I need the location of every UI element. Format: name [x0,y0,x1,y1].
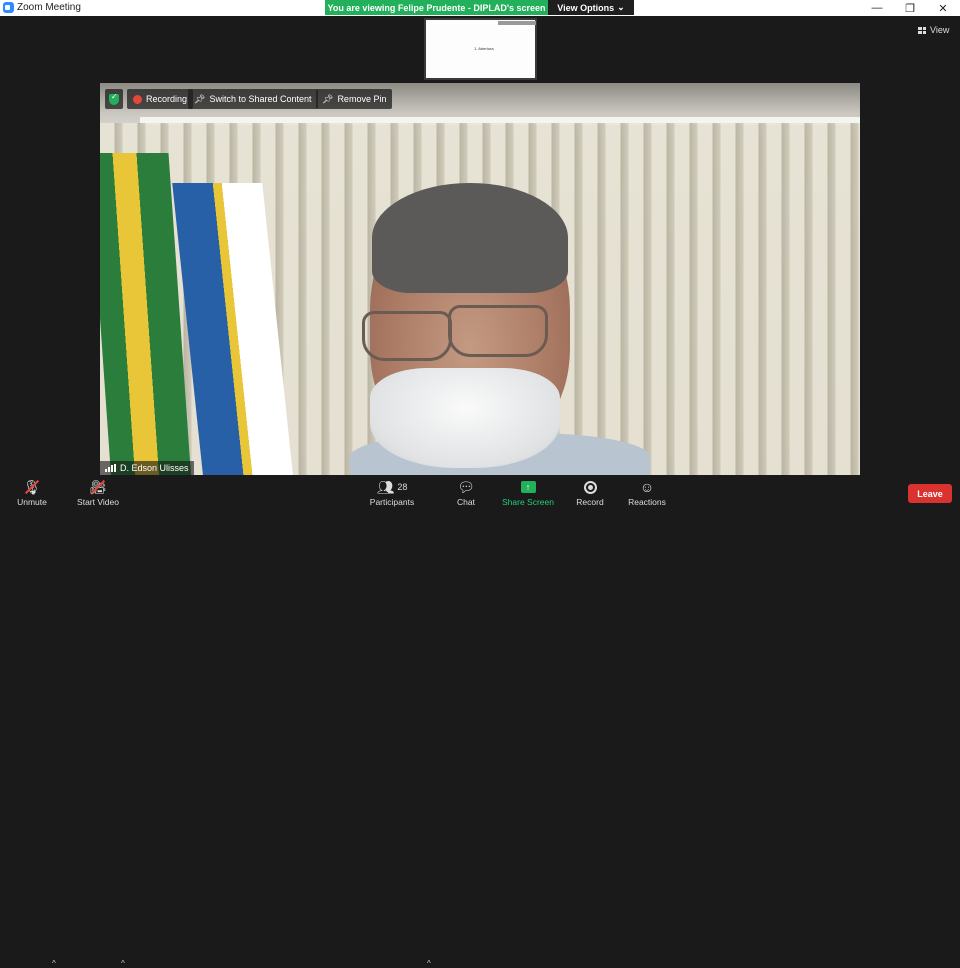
emoji-add-icon: ☺︎ [639,479,655,495]
face-mask [370,368,560,468]
switch-shared-label: Switch to Shared Content [209,94,312,104]
screen-share-banner: You are viewing Felipe Prudente - DIPLAD… [325,0,548,15]
unmute-button[interactable]: 🎙︎ Unmute [14,478,50,508]
chat-bubble-icon: 💬︎ [457,478,475,495]
minimize-button[interactable]: — [862,0,892,16]
security-button[interactable] [105,89,123,109]
view-button-label: View [930,25,950,35]
leave-label: Leave [917,488,943,499]
participant-name: D. Edson Ulisses [120,463,189,473]
pin-icon: 📌︎ [322,93,334,104]
record-icon [583,480,597,494]
view-button[interactable]: View [918,25,949,35]
participant-video[interactable] [100,83,860,475]
minimize-icon: — [871,2,883,14]
close-button[interactable]: ✕ [928,0,958,16]
screen-share-banner-text: You are viewing Felipe Prudente - DIPLAD… [327,2,546,13]
video-camera-off-icon: 🎥︎ [89,478,107,496]
grid-view-icon [918,26,926,34]
close-icon: ✕ [938,2,948,15]
recording-indicator[interactable]: Recording [127,89,194,109]
participant-hair [372,183,568,293]
share-screen-button[interactable]: ↑ Share Screen [500,478,556,507]
recording-label: Recording [146,94,188,104]
unmute-label: Unmute [17,497,47,507]
remove-pin-button[interactable]: 📌︎ Remove Pin [316,89,393,109]
remove-pin-label: Remove Pin [337,94,387,104]
start-video-label: Start Video [77,497,119,507]
participants-caret-icon[interactable]: ^ [427,959,431,968]
zoom-app-icon [3,2,14,13]
participants-icon: 👥︎ [376,478,395,495]
glasses-lens-left [362,311,452,361]
participant-name-tag: D. Edson Ulisses [100,461,194,475]
microphone-muted-icon: 🎙︎ [23,478,41,496]
thumbnail-text: 1. Abertura [474,46,494,51]
chat-label: Chat [457,497,475,507]
audio-options-caret-icon[interactable]: ^ [52,959,56,968]
video-options-caret-icon[interactable]: ^ [121,959,125,968]
meeting-toolbar: 🎙︎ Unmute ^ 🎥︎ Start Video ^ 👥︎ 28 Parti… [0,478,960,968]
restore-button[interactable]: ❐ [895,0,925,16]
share-screen-arrow-icon: ↑ [520,481,536,493]
shared-content-thumbnail[interactable]: 1. Abertura [424,18,537,80]
glasses-lens-right [448,305,548,357]
record-icon-wrap [583,478,597,496]
chevron-down-icon: ⌄ [617,2,625,12]
pin-icon: 📌︎ [194,93,206,104]
record-button[interactable]: Record [574,478,606,507]
participants-count: 28 [397,482,408,492]
recording-dot-icon [133,94,142,104]
reactions-label: Reactions [628,497,666,507]
share-screen-label: Share Screen [502,497,554,507]
view-options-label: View Options [557,2,615,13]
window-title: Zoom Meeting [17,2,81,13]
participants-label: Participants [369,497,415,507]
view-options-button[interactable]: View Options ⌄ [548,0,634,15]
start-video-button[interactable]: 🎥︎ Start Video [74,478,122,508]
participants-button[interactable]: 👥︎ 28 Participants [368,478,416,508]
share-icon-wrap: ↑ [520,478,536,496]
restore-icon: ❐ [905,2,915,15]
signal-strength-icon [105,464,116,472]
participants-icon-group: 👥︎ 28 [377,478,408,496]
thumbnail-toolbar [498,21,536,25]
record-label: Record [576,497,604,507]
switch-to-shared-content-button[interactable]: 📌︎ Switch to Shared Content [188,89,318,109]
leave-button[interactable]: Leave [908,484,952,503]
reactions-button[interactable]: ☺︎ Reactions [626,478,668,507]
shield-icon [109,92,119,105]
chat-button[interactable]: 💬︎ Chat [450,478,482,508]
